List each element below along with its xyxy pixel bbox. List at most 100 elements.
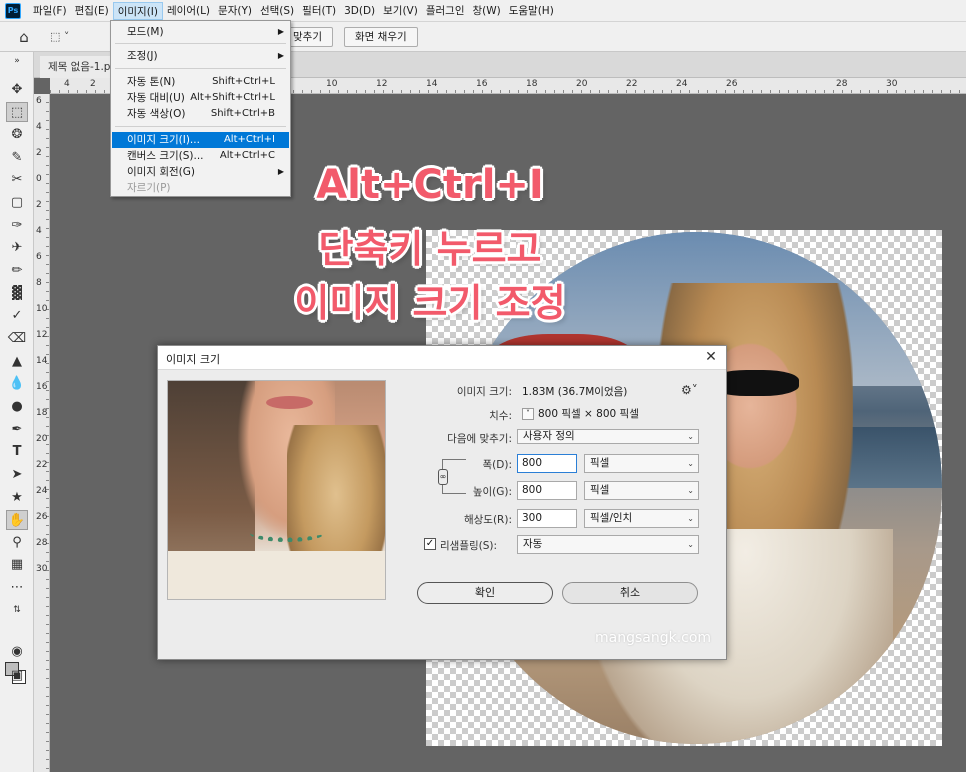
crop-tool-icon[interactable]: ✂ bbox=[6, 170, 28, 190]
type-tool-icon[interactable]: T bbox=[6, 442, 28, 462]
close-icon[interactable]: ✕ bbox=[702, 348, 720, 366]
resample-label: 리샘플링(S): bbox=[440, 540, 498, 552]
dodge-tool-icon[interactable]: ● bbox=[6, 397, 28, 417]
ruler-h-label: 28 bbox=[836, 79, 848, 89]
brush-tool-icon[interactable]: ✏ bbox=[6, 261, 28, 281]
ruler-v-label: 20 bbox=[36, 434, 48, 444]
menu-bar: Ps 파일(F) 편집(E) 이미지(I) 레이어(L) 문자(Y) 선택(S)… bbox=[0, 0, 966, 22]
menu-item-label: 조정(J) bbox=[127, 50, 158, 62]
quick-selection-tool-icon[interactable]: ✎ bbox=[6, 148, 28, 168]
ruler-h-label: 22 bbox=[626, 79, 638, 89]
menu-item-shortcut: Alt+Shift+Ctrl+L bbox=[190, 92, 275, 103]
menu-item-shortcut: Shift+Ctrl+L bbox=[212, 76, 275, 87]
blur-tool-icon[interactable]: 💧 bbox=[6, 374, 28, 394]
resample-checkbox[interactable]: ✓ bbox=[424, 538, 436, 550]
edit-toolbar-icon[interactable]: ▦ bbox=[6, 555, 28, 575]
eyedropper-tool-icon[interactable]: ✑ bbox=[6, 216, 28, 236]
menu-item-auto-tone[interactable]: 자동 톤(N) Shift+Ctrl+L bbox=[112, 74, 289, 90]
overlay-instruction-line1: 단축키 누르고 bbox=[318, 227, 542, 271]
submenu-arrow-icon: ▶ bbox=[277, 27, 284, 36]
menu-item-crop: 자르기(P) bbox=[112, 180, 289, 196]
hand-tool-icon[interactable]: ✋ bbox=[6, 510, 28, 530]
marquee-options-icon[interactable]: ⬚ ˅ bbox=[50, 30, 84, 46]
resolution-unit-select[interactable]: 픽셀/인치 ⌄ bbox=[584, 509, 699, 528]
quick-mask-icon[interactable]: ◉ bbox=[6, 642, 28, 662]
dialog-title: 이미지 크기 bbox=[166, 353, 221, 366]
height-unit-select[interactable]: 픽셀 ⌄ bbox=[584, 481, 699, 500]
menu-image[interactable]: 이미지(I) bbox=[112, 1, 163, 20]
menu-item-label: 자동 대비(U) bbox=[127, 92, 185, 104]
menu-separator bbox=[115, 126, 286, 127]
menu-help[interactable]: 도움말(H) bbox=[505, 2, 558, 20]
fill-screen-button[interactable]: 화면 채우기 bbox=[344, 27, 418, 47]
menu-edit[interactable]: 편집(E) bbox=[71, 2, 113, 20]
width-unit-value: 픽셀 bbox=[590, 457, 610, 469]
screen-mode-icon[interactable]: ▣ bbox=[6, 666, 28, 686]
fit-to-select[interactable]: 사용자 정의 ⌄ bbox=[517, 429, 699, 444]
healing-brush-tool-icon[interactable]: ✈ bbox=[6, 238, 28, 258]
dimensions-dropdown-icon[interactable]: ˅ bbox=[522, 408, 534, 420]
more-tools-icon[interactable]: ⋯ bbox=[6, 578, 28, 598]
menu-file[interactable]: 파일(F) bbox=[29, 2, 71, 20]
gear-icon[interactable]: ⚙˅ bbox=[681, 383, 698, 397]
ruler-v-label: 0 bbox=[36, 174, 42, 184]
menu-type[interactable]: 문자(Y) bbox=[214, 2, 256, 20]
clone-stamp-tool-icon[interactable]: ▓ bbox=[6, 284, 28, 304]
menu-item-image-rotation[interactable]: 이미지 회전(G) ▶ bbox=[112, 164, 289, 180]
menu-item-auto-color[interactable]: 자동 색상(O) Shift+Ctrl+B bbox=[112, 106, 289, 122]
ruler-v-label: 16 bbox=[36, 382, 48, 392]
ruler-v-label: 22 bbox=[36, 460, 48, 470]
menu-select[interactable]: 선택(S) bbox=[256, 2, 298, 20]
submenu-arrow-icon: ▶ bbox=[277, 167, 284, 176]
dialog-title-bar[interactable]: 이미지 크기 ✕ bbox=[158, 346, 726, 370]
photoshop-logo-icon: Ps bbox=[5, 2, 21, 19]
menu-item-canvas-size[interactable]: 캔버스 크기(S)... Alt+Ctrl+C bbox=[112, 148, 289, 164]
image-size-label: 이미지 크기: bbox=[456, 386, 512, 398]
ruler-h-label: 16 bbox=[476, 79, 488, 89]
ruler-h-label: 4 bbox=[64, 79, 70, 89]
menu-filter[interactable]: 필터(T) bbox=[298, 2, 340, 20]
chevron-down-icon: ⌄ bbox=[687, 459, 694, 468]
history-brush-tool-icon[interactable]: ✓ bbox=[6, 306, 28, 326]
menu-item-image-size[interactable]: 이미지 크기(I)... Alt+Ctrl+I bbox=[112, 132, 289, 148]
menu-item-mode[interactable]: 모드(M) ▶ bbox=[112, 24, 289, 40]
width-unit-select[interactable]: 픽셀 ⌄ bbox=[584, 454, 699, 473]
rectangular-marquee-tool-icon[interactable]: ⬚ bbox=[6, 102, 28, 122]
width-label: 폭(D): bbox=[482, 459, 512, 471]
pen-tool-icon[interactable]: ✒ bbox=[6, 420, 28, 440]
resolution-input[interactable]: 300 bbox=[517, 509, 577, 528]
swap-colors-icon[interactable]: ⇅ bbox=[6, 600, 28, 620]
dimensions-value: 800 픽셀 × 800 픽셀 bbox=[538, 408, 639, 420]
height-unit-value: 픽셀 bbox=[590, 484, 610, 496]
menu-item-label: 이미지 크기(I)... bbox=[127, 134, 200, 146]
image-preview[interactable] bbox=[167, 380, 386, 600]
path-selection-tool-icon[interactable]: ➤ bbox=[6, 465, 28, 485]
menu-plugins[interactable]: 플러그인 bbox=[422, 2, 469, 20]
menu-item-auto-contrast[interactable]: 자동 대비(U) Alt+Shift+Ctrl+L bbox=[112, 90, 289, 106]
menu-layer[interactable]: 레이어(L) bbox=[163, 2, 214, 20]
ok-button[interactable]: 확인 bbox=[417, 582, 553, 604]
menu-view[interactable]: 보기(V) bbox=[379, 2, 422, 20]
chevron-down-icon: ⌄ bbox=[687, 432, 694, 441]
custom-shape-tool-icon[interactable]: ★ bbox=[6, 488, 28, 508]
zoom-tool-icon[interactable]: ⚲ bbox=[6, 533, 28, 553]
resolution-label: 해상도(R): bbox=[463, 514, 512, 526]
width-input[interactable]: 800 bbox=[517, 454, 577, 473]
menu-item-adjustments[interactable]: 조정(J) ▶ bbox=[112, 48, 289, 64]
menu-3d[interactable]: 3D(D) bbox=[340, 2, 379, 20]
paint-bucket-tool-icon[interactable]: ▲ bbox=[6, 352, 28, 372]
lasso-tool-icon[interactable]: ❂ bbox=[6, 125, 28, 145]
height-label: 높이(G): bbox=[472, 486, 512, 498]
home-icon[interactable]: ⌂ bbox=[14, 28, 34, 46]
menu-window[interactable]: 창(W) bbox=[468, 2, 504, 20]
frame-tool-icon[interactable]: ▢ bbox=[6, 193, 28, 213]
cancel-button[interactable]: 취소 bbox=[562, 582, 698, 604]
eraser-tool-icon[interactable]: ⌫ bbox=[6, 329, 28, 349]
ruler-v-label: 4 bbox=[36, 226, 42, 236]
collapse-toolbar-icon[interactable]: » bbox=[6, 56, 28, 66]
vertical-ruler[interactable]: 6 4 2 0 2 4 6 8 10 12 14 16 18 20 22 24 … bbox=[34, 94, 50, 772]
height-input[interactable]: 800 bbox=[517, 481, 577, 500]
resample-select[interactable]: 자동 ⌄ bbox=[517, 535, 699, 554]
move-tool-icon[interactable]: ✥ bbox=[6, 80, 28, 100]
menu-item-label: 자르기(P) bbox=[127, 182, 171, 194]
